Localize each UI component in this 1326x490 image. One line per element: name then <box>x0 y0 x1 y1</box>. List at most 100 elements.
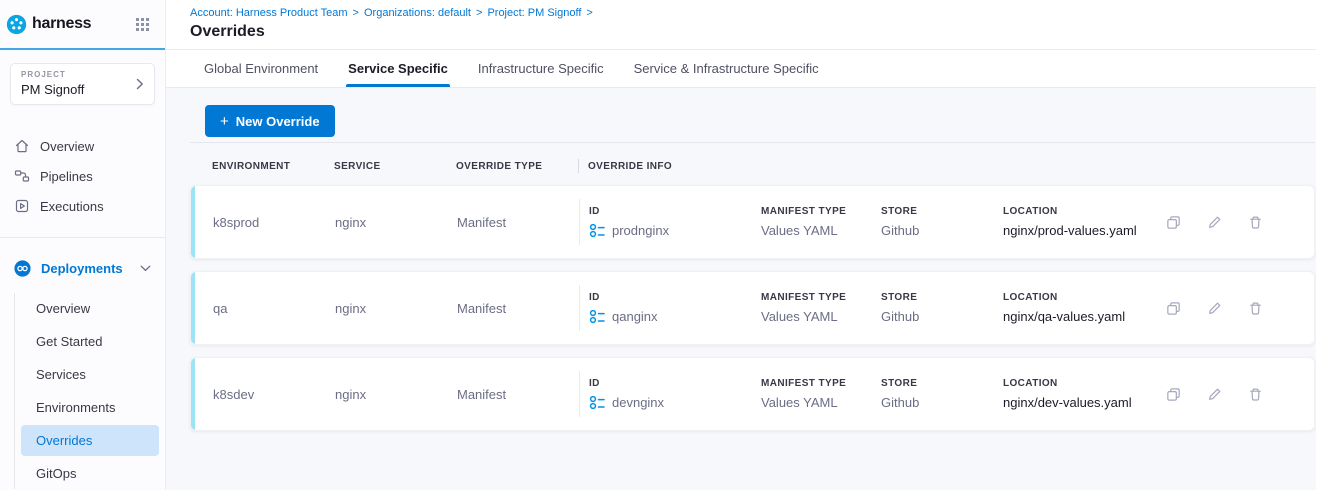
sidebar-item-gitops[interactable]: GitOps <box>21 458 159 489</box>
sidebar-divider <box>0 237 165 238</box>
sidebar-nav: Overview Pipelines Executions Deployment… <box>0 131 165 489</box>
breadcrumb-organization[interactable]: Organizations: default <box>364 7 471 19</box>
environment-cell: k8sprod <box>213 215 335 230</box>
page-header: Account: Harness Product Team > Organiza… <box>166 0 1326 50</box>
project-name: PM Signoff <box>21 82 84 97</box>
location-cell: LOCATION nginx/dev-values.yaml <box>1003 378 1166 410</box>
content-area: + New Override ENVIRONMENT SERVICE OVERR… <box>166 88 1326 490</box>
manifest-type-value: Values YAML <box>761 223 881 238</box>
edit-icon[interactable] <box>1206 386 1223 403</box>
row-actions <box>1166 386 1278 403</box>
id-cell: ID qanginx <box>589 292 761 324</box>
override-type-cell: Manifest <box>457 301 569 316</box>
location-cell: LOCATION nginx/prod-values.yaml <box>1003 206 1166 238</box>
executions-icon <box>14 198 30 214</box>
main-area: Account: Harness Product Team > Organiza… <box>166 0 1326 490</box>
service-cell: nginx <box>335 301 457 316</box>
harness-logo: harness <box>6 14 91 35</box>
sidebar-item-get-started[interactable]: Get Started <box>21 326 159 357</box>
id-label: ID <box>589 206 761 217</box>
table-header: ENVIRONMENT SERVICE OVERRIDE TYPE OVERRI… <box>190 143 1315 185</box>
copy-icon[interactable] <box>1165 386 1182 403</box>
manifest-type-cell: MANIFEST TYPE Values YAML <box>761 292 881 324</box>
override-row[interactable]: k8sprod nginx Manifest ID prodnginx MANI… <box>190 185 1315 259</box>
manifest-type-cell: MANIFEST TYPE Values YAML <box>761 206 881 238</box>
project-label: PROJECT <box>21 70 84 79</box>
location-label: LOCATION <box>1003 292 1166 303</box>
id-value: prodnginx <box>612 223 669 238</box>
breadcrumb-account[interactable]: Account: Harness Product Team <box>190 7 348 19</box>
store-label: STORE <box>881 206 1003 217</box>
location-value: nginx/prod-values.yaml <box>1003 223 1166 238</box>
id-label: ID <box>589 292 761 303</box>
id-cell: ID prodnginx <box>589 206 761 238</box>
delete-icon[interactable] <box>1247 386 1264 403</box>
id-value: devnginx <box>612 395 664 410</box>
header-divider <box>578 159 579 173</box>
store-value: Github <box>881 395 1003 410</box>
store-value: Github <box>881 309 1003 324</box>
override-row[interactable]: k8sdev nginx Manifest ID devnginx MANIFE… <box>190 357 1315 431</box>
override-row[interactable]: qa nginx Manifest ID qanginx MANIFEST TY… <box>190 271 1315 345</box>
chevron-right-icon <box>136 78 144 90</box>
location-label: LOCATION <box>1003 206 1166 217</box>
id-value: qanginx <box>612 309 658 324</box>
chevron-down-icon <box>140 265 151 272</box>
scrollbar-gutter <box>1316 0 1326 490</box>
manifest-type-label: MANIFEST TYPE <box>761 378 881 389</box>
tab-global-environment[interactable]: Global Environment <box>204 50 318 87</box>
column-header-override-info: OVERRIDE INFO <box>588 161 760 172</box>
page-title: Overrides <box>190 23 1302 41</box>
location-cell: LOCATION nginx/qa-values.yaml <box>1003 292 1166 324</box>
id-cell: ID devnginx <box>589 378 761 410</box>
manifest-type-label: MANIFEST TYPE <box>761 206 881 217</box>
environment-cell: k8sdev <box>213 387 335 402</box>
breadcrumb-separator: > <box>476 7 482 19</box>
store-cell: STORE Github <box>881 378 1003 410</box>
app-grid-icon[interactable] <box>136 18 149 31</box>
copy-icon[interactable] <box>1165 214 1182 231</box>
override-type-cell: Manifest <box>457 215 569 230</box>
column-header-environment: ENVIRONMENT <box>212 161 334 172</box>
id-icon <box>589 309 605 324</box>
manifest-type-value: Values YAML <box>761 309 881 324</box>
tab-service-infrastructure-specific[interactable]: Service & Infrastructure Specific <box>634 50 819 87</box>
new-override-button[interactable]: + New Override <box>205 105 335 137</box>
tab-service-specific[interactable]: Service Specific <box>348 50 448 87</box>
edit-icon[interactable] <box>1206 214 1223 231</box>
row-divider <box>579 199 580 245</box>
location-value: nginx/dev-values.yaml <box>1003 395 1166 410</box>
sidebar-item-executions[interactable]: Executions <box>0 191 165 221</box>
row-divider <box>579 371 580 417</box>
sidebar-item-label: Overview <box>40 139 94 154</box>
project-selector[interactable]: PROJECT PM Signoff <box>10 63 155 105</box>
service-cell: nginx <box>335 387 457 402</box>
sidebar-item-services[interactable]: Services <box>21 359 159 390</box>
override-type-cell: Manifest <box>457 387 569 402</box>
store-label: STORE <box>881 378 1003 389</box>
sidebar-item-overrides[interactable]: Overrides <box>21 425 159 456</box>
sidebar-item-deployments[interactable]: Deployments <box>0 253 165 283</box>
location-label: LOCATION <box>1003 378 1166 389</box>
tab-infrastructure-specific[interactable]: Infrastructure Specific <box>478 50 604 87</box>
breadcrumb: Account: Harness Product Team > Organiza… <box>190 7 1302 19</box>
row-divider <box>579 285 580 331</box>
copy-icon[interactable] <box>1165 300 1182 317</box>
delete-icon[interactable] <box>1247 214 1264 231</box>
column-header-service: SERVICE <box>334 161 456 172</box>
logo-text: harness <box>32 15 91 33</box>
edit-icon[interactable] <box>1206 300 1223 317</box>
sidebar-item-environments[interactable]: Environments <box>21 392 159 423</box>
service-cell: nginx <box>335 215 457 230</box>
sidebar-item-overview[interactable]: Overview <box>0 131 165 161</box>
sidebar-item-deployments-overview[interactable]: Overview <box>21 293 159 324</box>
manifest-type-value: Values YAML <box>761 395 881 410</box>
delete-icon[interactable] <box>1247 300 1264 317</box>
id-label: ID <box>589 378 761 389</box>
sidebar-item-pipelines[interactable]: Pipelines <box>0 161 165 191</box>
breadcrumb-project[interactable]: Project: PM Signoff <box>487 7 581 19</box>
row-actions <box>1166 300 1278 317</box>
store-cell: STORE Github <box>881 292 1003 324</box>
sidebar: harness PROJECT PM Signoff Overview Pipe… <box>0 0 166 490</box>
manifest-type-label: MANIFEST TYPE <box>761 292 881 303</box>
